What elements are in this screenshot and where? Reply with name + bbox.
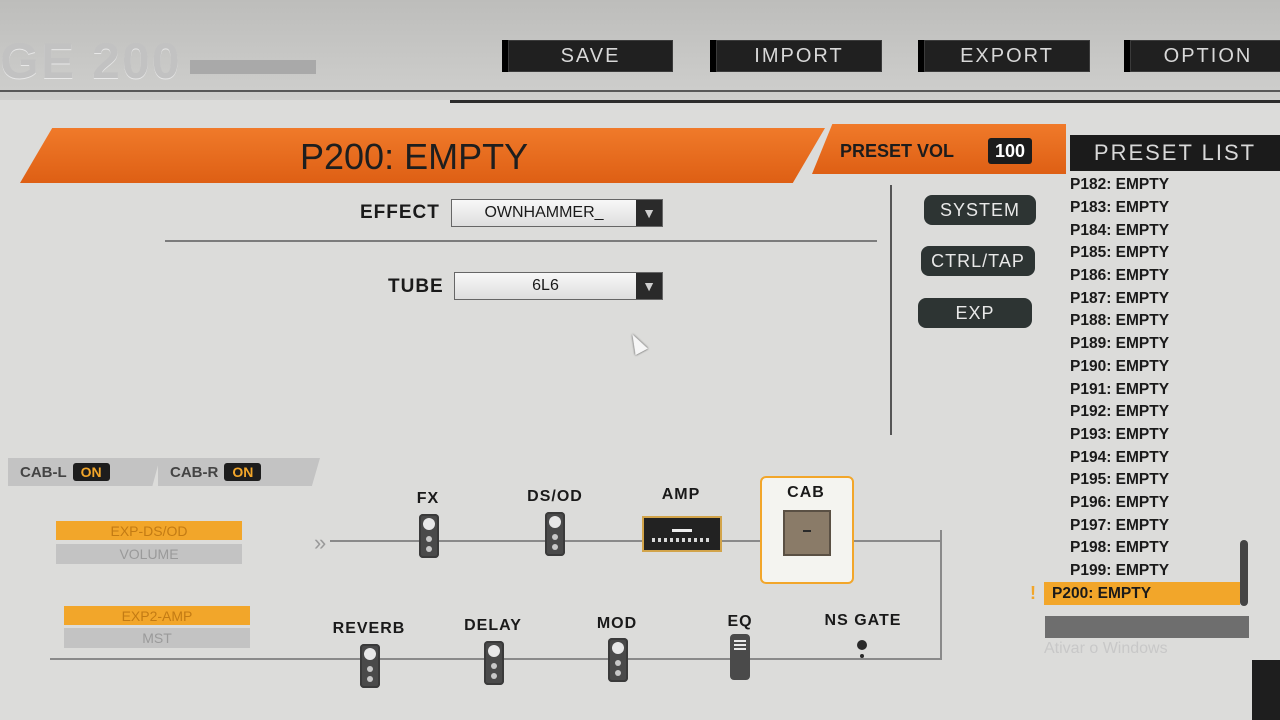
list-item[interactable]: P184: EMPTY: [1040, 219, 1260, 242]
mouse-cursor-icon: [626, 330, 648, 356]
effect-label: EFFECT: [360, 202, 440, 223]
cab-label: CAB: [787, 484, 825, 501]
save-button[interactable]: SAVE: [502, 40, 673, 72]
signal-wire-right: [940, 530, 942, 660]
list-item[interactable]: P188: EMPTY: [1040, 310, 1260, 333]
exp1-param[interactable]: VOLUME: [56, 544, 242, 564]
tube-select[interactable]: 6L6 ▼: [454, 272, 663, 300]
list-item[interactable]: P185: EMPTY: [1040, 242, 1260, 265]
nsgate-label: NS GATE: [824, 612, 902, 629]
import-button[interactable]: IMPORT: [710, 40, 882, 72]
list-item[interactable]: P191: EMPTY: [1040, 378, 1260, 401]
exp2-param[interactable]: MST: [64, 628, 250, 648]
cab-speaker-icon[interactable]: [783, 510, 831, 556]
cab-l-tab[interactable]: CAB-L ON: [8, 458, 160, 486]
windows-activation-watermark: Ativar o Windows: [1044, 640, 1168, 657]
vertical-divider: [890, 185, 892, 435]
reverb-label: REVERB: [332, 620, 406, 637]
option-button[interactable]: OPTION: [1124, 40, 1280, 72]
top-divider-dark: [450, 100, 1280, 103]
preset-list-header: PRESET LIST: [1070, 135, 1280, 171]
list-item[interactable]: P186: EMPTY: [1040, 265, 1260, 288]
system-button[interactable]: SYSTEM: [924, 195, 1036, 225]
delay-pedal-icon[interactable]: [484, 641, 504, 685]
preset-title: P200: EMPTY: [300, 136, 529, 177]
eq-pedal-icon[interactable]: [730, 634, 750, 680]
nsgate-icon[interactable]: [856, 640, 868, 662]
delay-label: DELAY: [464, 617, 522, 634]
signal-input-icon: »: [314, 530, 327, 555]
list-item[interactable]: P198: EMPTY: [1040, 537, 1260, 560]
eq-label: EQ: [727, 613, 753, 630]
fx-pedal-icon[interactable]: [419, 514, 439, 558]
list-item-selected[interactable]: P200: EMPTY: [1044, 582, 1240, 606]
preset-volume-value[interactable]: 100: [988, 138, 1032, 164]
mod-pedal-icon[interactable]: [608, 638, 628, 682]
reverb-pedal-icon[interactable]: [360, 644, 380, 688]
window-edge: [1252, 660, 1280, 720]
list-item[interactable]: P196: EMPTY: [1040, 492, 1260, 515]
cab-r-toggle[interactable]: ON: [224, 463, 262, 481]
preset-list-scrollbar[interactable]: [1240, 540, 1248, 606]
dsod-pedal-icon[interactable]: [545, 512, 565, 556]
mod-label: MOD: [596, 615, 638, 632]
preset-list-footer: [1045, 616, 1249, 638]
preset-list[interactable]: P182: EMPTY P183: EMPTY P184: EMPTY P185…: [1040, 174, 1260, 606]
list-item[interactable]: P197: EMPTY: [1040, 514, 1260, 537]
list-item[interactable]: P192: EMPTY: [1040, 401, 1260, 424]
form-divider: [165, 240, 877, 242]
cab-r-tab[interactable]: CAB-R ON: [158, 458, 320, 486]
list-item[interactable]: P195: EMPTY: [1040, 469, 1260, 492]
amp-head-icon[interactable]: [642, 516, 722, 552]
chevron-down-icon[interactable]: ▼: [636, 200, 662, 226]
fx-label: FX: [416, 490, 440, 507]
ctrl-tap-button[interactable]: CTRL/TAP: [921, 246, 1035, 276]
exp1-target[interactable]: EXP-DS/OD: [56, 521, 242, 540]
tube-value: 6L6: [532, 277, 559, 294]
preset-volume-label: PRESET VOL: [840, 141, 955, 161]
list-item[interactable]: P190: EMPTY: [1040, 356, 1260, 379]
dsod-label: DS/OD: [527, 488, 583, 505]
cab-l-toggle[interactable]: ON: [72, 463, 110, 481]
app-brand: GE 200: [0, 33, 182, 89]
chevron-down-icon[interactable]: ▼: [636, 273, 662, 299]
effect-select[interactable]: OWNHAMMER_ ▼: [451, 199, 663, 227]
list-item[interactable]: P189: EMPTY: [1040, 333, 1260, 356]
list-item[interactable]: P187: EMPTY: [1040, 287, 1260, 310]
list-item[interactable]: P194: EMPTY: [1040, 446, 1260, 469]
export-button[interactable]: EXPORT: [918, 40, 1090, 72]
list-item[interactable]: P183: EMPTY: [1040, 197, 1260, 220]
list-item[interactable]: P193: EMPTY: [1040, 424, 1260, 447]
cab-l-label: CAB-L: [20, 463, 67, 481]
tube-label: TUBE: [388, 276, 444, 297]
amp-label: AMP: [661, 486, 701, 503]
cab-r-label: CAB-R: [170, 463, 219, 481]
warning-icon: !: [1030, 583, 1036, 603]
effect-value: OWNHAMMER_: [484, 204, 604, 221]
list-item[interactable]: P199: EMPTY: [1040, 560, 1260, 583]
top-divider: [0, 90, 1280, 92]
exp-button[interactable]: EXP: [918, 298, 1032, 328]
list-item[interactable]: P182: EMPTY: [1040, 174, 1260, 197]
exp2-target[interactable]: EXP2-AMP: [64, 606, 250, 625]
brand-bar: [190, 60, 316, 74]
